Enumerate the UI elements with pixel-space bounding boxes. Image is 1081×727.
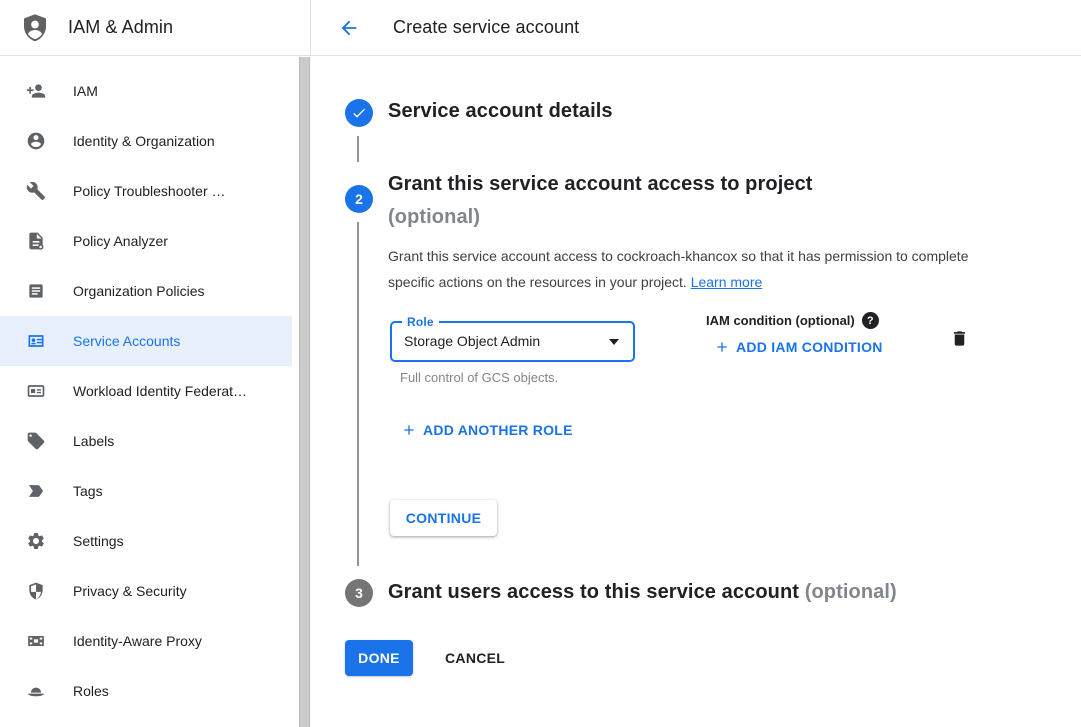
sidebar-item-organization-policies[interactable]: Organization Policies [0,266,292,316]
service-account-key-icon [26,331,46,351]
step-connector [357,136,359,162]
sidebar-item-workload-identity-federation[interactable]: Workload Identity Federat… [0,366,292,416]
sidebar-nav: IAM Identity & Organization Policy Troub… [0,56,311,716]
continue-button[interactable]: CONTINUE [390,500,497,536]
step1-title: Service account details [388,100,613,123]
sidebar-scrollbar[interactable] [299,57,310,727]
id-card-icon [26,381,46,401]
cancel-button[interactable]: CANCEL [425,640,525,676]
sidebar-item-label: Organization Policies [73,283,205,299]
learn-more-link[interactable]: Learn more [691,274,763,290]
role-select-value: Storage Object Admin [404,323,540,360]
label-tag-icon [26,431,46,451]
sidebar-item-label: Labels [73,433,114,449]
sidebar-item-service-accounts[interactable]: Service Accounts [0,316,292,366]
step1-complete-badge [345,99,373,127]
back-arrow-button[interactable] [337,16,361,40]
document-lines-icon [26,281,46,301]
sidebar-item-identity-organization[interactable]: Identity & Organization [0,116,292,166]
product-title: IAM & Admin [68,17,173,38]
shield-icon [26,581,46,601]
sidebar-item-roles[interactable]: Roles [0,666,292,716]
top-header: IAM & Admin Create service account [0,0,1081,56]
sidebar-item-label: Identity & Organization [73,133,215,149]
step2-description-text: Grant this service account access to coc… [388,248,969,290]
sidebar-item-policy-troubleshooter[interactable]: Policy Troubleshooter … [0,166,292,216]
sidebar-item-label: Policy Troubleshooter … [73,183,226,199]
iam-admin-shield-logo-icon [20,12,50,44]
step-connector [357,222,359,566]
add-iam-condition-button[interactable]: ADD IAM CONDITION [714,339,883,355]
help-icon[interactable]: ? [862,312,879,329]
step3-badge: 3 [345,579,373,607]
sidebar-item-label: Workload Identity Federat… [73,383,247,399]
plus-icon [714,339,730,355]
add-iam-condition-label: ADD IAM CONDITION [736,339,883,355]
delete-role-button[interactable] [947,326,971,350]
step3-title-text: Grant users access to this service accou… [388,581,799,603]
step2-title-line1: Grant this service account access to pro… [388,168,813,201]
sidebar-item-label: IAM [73,83,98,99]
iam-condition-section: IAM condition (optional) ? ADD IAM CONDI… [706,312,883,355]
sidebar-item-iam[interactable]: IAM [0,66,292,116]
person-add-icon [26,81,46,101]
sidebar-item-label: Service Accounts [73,333,180,349]
step2-badge: 2 [345,185,373,213]
add-another-role-button[interactable]: ADD ANOTHER ROLE [401,422,573,438]
page-title: Create service account [393,17,579,38]
add-another-role-label: ADD ANOTHER ROLE [423,422,573,438]
product-header: IAM & Admin [0,0,311,55]
step2-title: Grant this service account access to pro… [388,168,813,234]
sidebar-item-labels[interactable]: Labels [0,416,292,466]
wrench-icon [26,181,46,201]
check-icon [351,105,367,121]
sidebar-item-identity-aware-proxy[interactable]: Identity-Aware Proxy [0,616,292,666]
step3-optional-label: (optional) [805,581,897,603]
done-button[interactable]: DONE [345,640,413,676]
iam-condition-label: IAM condition (optional) [706,313,855,328]
sidebar-item-label: Settings [73,533,124,549]
sidebar-item-label: Privacy & Security [73,583,187,599]
policy-analyzer-icon [26,231,46,251]
sidebar-item-label: Policy Analyzer [73,233,168,249]
account-circle-icon [26,131,46,151]
page-header: Create service account [311,0,1081,55]
step3-title: Grant users access to this service accou… [388,581,897,604]
role-select[interactable]: Role Storage Object Admin [390,321,635,362]
step2-number: 2 [355,191,363,207]
sidebar-item-settings[interactable]: Settings [0,516,292,566]
sidebar-item-label: Roles [73,683,109,699]
sidebar-item-label: Tags [73,483,103,499]
step2-description: Grant this service account access to coc… [388,243,984,295]
gear-icon [26,531,46,551]
sidebar-item-tags[interactable]: Tags [0,466,292,516]
sidebar-item-label: Identity-Aware Proxy [73,633,202,649]
step3-number: 3 [355,585,363,601]
hat-icon [26,681,46,701]
tag-arrow-icon [26,481,46,501]
chevron-down-icon [609,339,619,345]
step2-optional-label: (optional) [388,201,813,234]
plus-icon [401,422,417,438]
sidebar-item-privacy-security[interactable]: Privacy & Security [0,566,292,616]
proxy-icon [26,631,46,651]
sidebar: IAM Identity & Organization Policy Troub… [0,56,311,727]
role-helper-text: Full control of GCS objects. [400,370,558,385]
main-content: Service account details 2 Grant this ser… [311,56,1081,727]
sidebar-item-policy-analyzer[interactable]: Policy Analyzer [0,216,292,266]
trash-icon [950,328,969,349]
